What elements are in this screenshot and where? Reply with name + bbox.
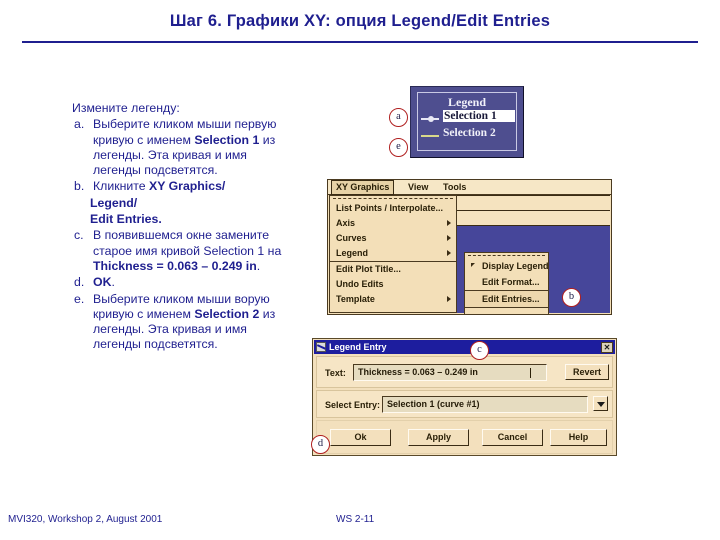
legend-entry-label: Selection 1 — [443, 110, 515, 122]
text-field-label: Text: — [325, 368, 346, 378]
footer-left: MVI320, Workshop 2, August 2001 — [8, 514, 163, 525]
menu-item[interactable]: Curves — [330, 231, 456, 246]
step-marker: a. — [74, 117, 85, 132]
step-marker: c. — [74, 228, 84, 243]
step-marker: d. — [74, 275, 85, 290]
menu-item-label: Edit Plot Title... — [336, 264, 401, 274]
menu-item[interactable]: Edit Plot Title... — [330, 261, 456, 277]
submenu-item-label: Edit Entries... — [482, 294, 540, 304]
legend-entry-selection-2[interactable]: Selection 2 — [418, 127, 516, 144]
menu-item[interactable]: Axis — [330, 216, 456, 231]
menubar-item-tools[interactable]: Tools — [439, 181, 470, 193]
submenu-arrow-icon — [447, 250, 451, 256]
submenu-item-label: Edit Format... — [482, 277, 540, 287]
step-text: В появившемся окне замените старое имя кр… — [93, 228, 282, 273]
dialog-title: Legend Entry — [329, 342, 387, 352]
legend-entry-selection-1[interactable]: Selection 1 — [418, 110, 516, 127]
revert-button[interactable]: Revert — [565, 364, 609, 380]
dialog-button-row: Ok Apply Cancel Help — [316, 420, 613, 454]
menubar-item-view[interactable]: View — [404, 181, 432, 193]
window-system-icon[interactable] — [316, 342, 326, 352]
submenu-item[interactable]: Edit Entries... — [465, 290, 548, 308]
callout-marker-c: c — [470, 341, 489, 360]
instruction-step-list: a. Выберите кликом мыши первую кривую с им… — [72, 117, 317, 352]
menu-item[interactable]: Template — [330, 292, 456, 307]
step-text: Кликните XY Graphics/ — [93, 179, 226, 194]
select-entry-label: Select Entry: — [325, 400, 381, 410]
bg-row — [446, 210, 610, 226]
title-divider — [22, 41, 698, 43]
submenu-arrow-icon — [447, 235, 451, 241]
menu-item[interactable]: Legend — [330, 246, 456, 261]
text-caret — [530, 368, 531, 378]
legend-entry-label: Selection 2 — [443, 127, 496, 139]
menu-item-label: Template — [336, 294, 375, 304]
legend-text-input[interactable]: Thickness = 0.063 – 0.249 in — [353, 364, 547, 381]
step-subline: Legend/ — [90, 195, 138, 210]
menubar-item-xy-graphics[interactable]: XY Graphics — [331, 180, 395, 195]
dialog-text-section: Text: Thickness = 0.063 – 0.249 in Rever… — [316, 356, 613, 388]
legend-marker-icon — [421, 135, 439, 137]
instruction-step: c. В появившемся окне замените старое имя … — [72, 228, 317, 274]
step-subline: Edit Entries. — [90, 212, 162, 227]
submenu-item[interactable]: Display Legend — [465, 258, 549, 274]
bg-row — [446, 195, 610, 211]
dialog-select-entry-section: Select Entry: Selection 1 (curve #1) — [316, 390, 613, 418]
apply-button[interactable]: Apply — [408, 429, 469, 446]
instruction-step: d. OK. — [72, 275, 317, 290]
chevron-down-icon[interactable] — [593, 396, 608, 411]
help-button[interactable]: Help — [550, 429, 607, 446]
callout-marker-d: d — [311, 435, 330, 454]
step-text: OK. — [93, 275, 115, 290]
menu-item-label: List Points / Interpolate... — [336, 203, 444, 213]
callout-marker-b: b — [562, 288, 581, 307]
cancel-button[interactable]: Cancel — [482, 429, 543, 446]
submenu-item[interactable]: Edit Format... — [465, 274, 548, 290]
legend-widget[interactable]: Legend Selection 1 Selection 2 — [410, 86, 524, 158]
ok-button[interactable]: Ok — [330, 429, 391, 446]
legend-widget-frame: Legend Selection 1 Selection 2 — [417, 92, 517, 151]
submenu-arrow-icon — [447, 220, 451, 226]
dialog-titlebar[interactable]: Legend Entry ✕ — [314, 340, 615, 354]
legend-submenu: Display Legend Edit Format... Edit Entries… — [464, 252, 549, 315]
menu-item-label: Axis — [336, 218, 356, 228]
legend-entry-dialog: Legend Entry ✕ Text: Thickness = 0.063 –… — [312, 338, 617, 456]
legend-marker-icon — [421, 115, 439, 122]
xy-graphics-dropdown-menu: List Points / Interpolate... Axis Curves Le… — [329, 195, 457, 313]
menu-bar: XY Graphics View Tools — [328, 180, 611, 195]
menu-item-label: Legend — [336, 248, 369, 258]
instruction-step: b. Кликните XY Graphics/ — [72, 179, 317, 194]
callout-marker-e: e — [389, 138, 408, 157]
page-title: Шаг 6. Графики XY: опция Legend/Edit Ent… — [169, 12, 551, 30]
close-icon[interactable]: ✕ — [601, 341, 613, 353]
instruction-body: Измените легенду: a. Выберите кликом мыши… — [72, 101, 317, 353]
instruction-lead: Измените легенду: — [72, 101, 180, 115]
step-marker: b. — [74, 179, 85, 194]
submenu-tearoff-handle[interactable] — [468, 255, 545, 256]
submenu-item-label: Display Legend — [482, 261, 549, 271]
step-marker: e. — [74, 291, 85, 306]
select-entry-combobox[interactable]: Selection 1 (curve #1) — [382, 396, 588, 413]
callout-marker-a: a — [389, 108, 408, 127]
step-text: Выберите кликом мыши ворую кривую с имене… — [93, 291, 276, 352]
menu-item-label: Curves — [336, 233, 367, 243]
step-text: Выберите кликом мыши первую кривую с имен… — [93, 117, 277, 178]
legend-widget-title: Legend — [447, 95, 486, 109]
menu-item[interactable]: Undo Edits — [330, 277, 456, 292]
footer-page-number: WS 2-11 — [336, 514, 375, 525]
menu-tearoff-handle[interactable] — [333, 198, 453, 199]
menu-item[interactable]: List Points / Interpolate... — [330, 201, 456, 216]
menu-item-label: Undo Edits — [336, 279, 384, 289]
submenu-arrow-icon — [447, 296, 451, 302]
instruction-step: e. Выберите кликом мыши ворую кривую с име… — [72, 292, 317, 353]
instruction-step: a. Выберите кликом мыши первую кривую с им… — [72, 117, 317, 178]
